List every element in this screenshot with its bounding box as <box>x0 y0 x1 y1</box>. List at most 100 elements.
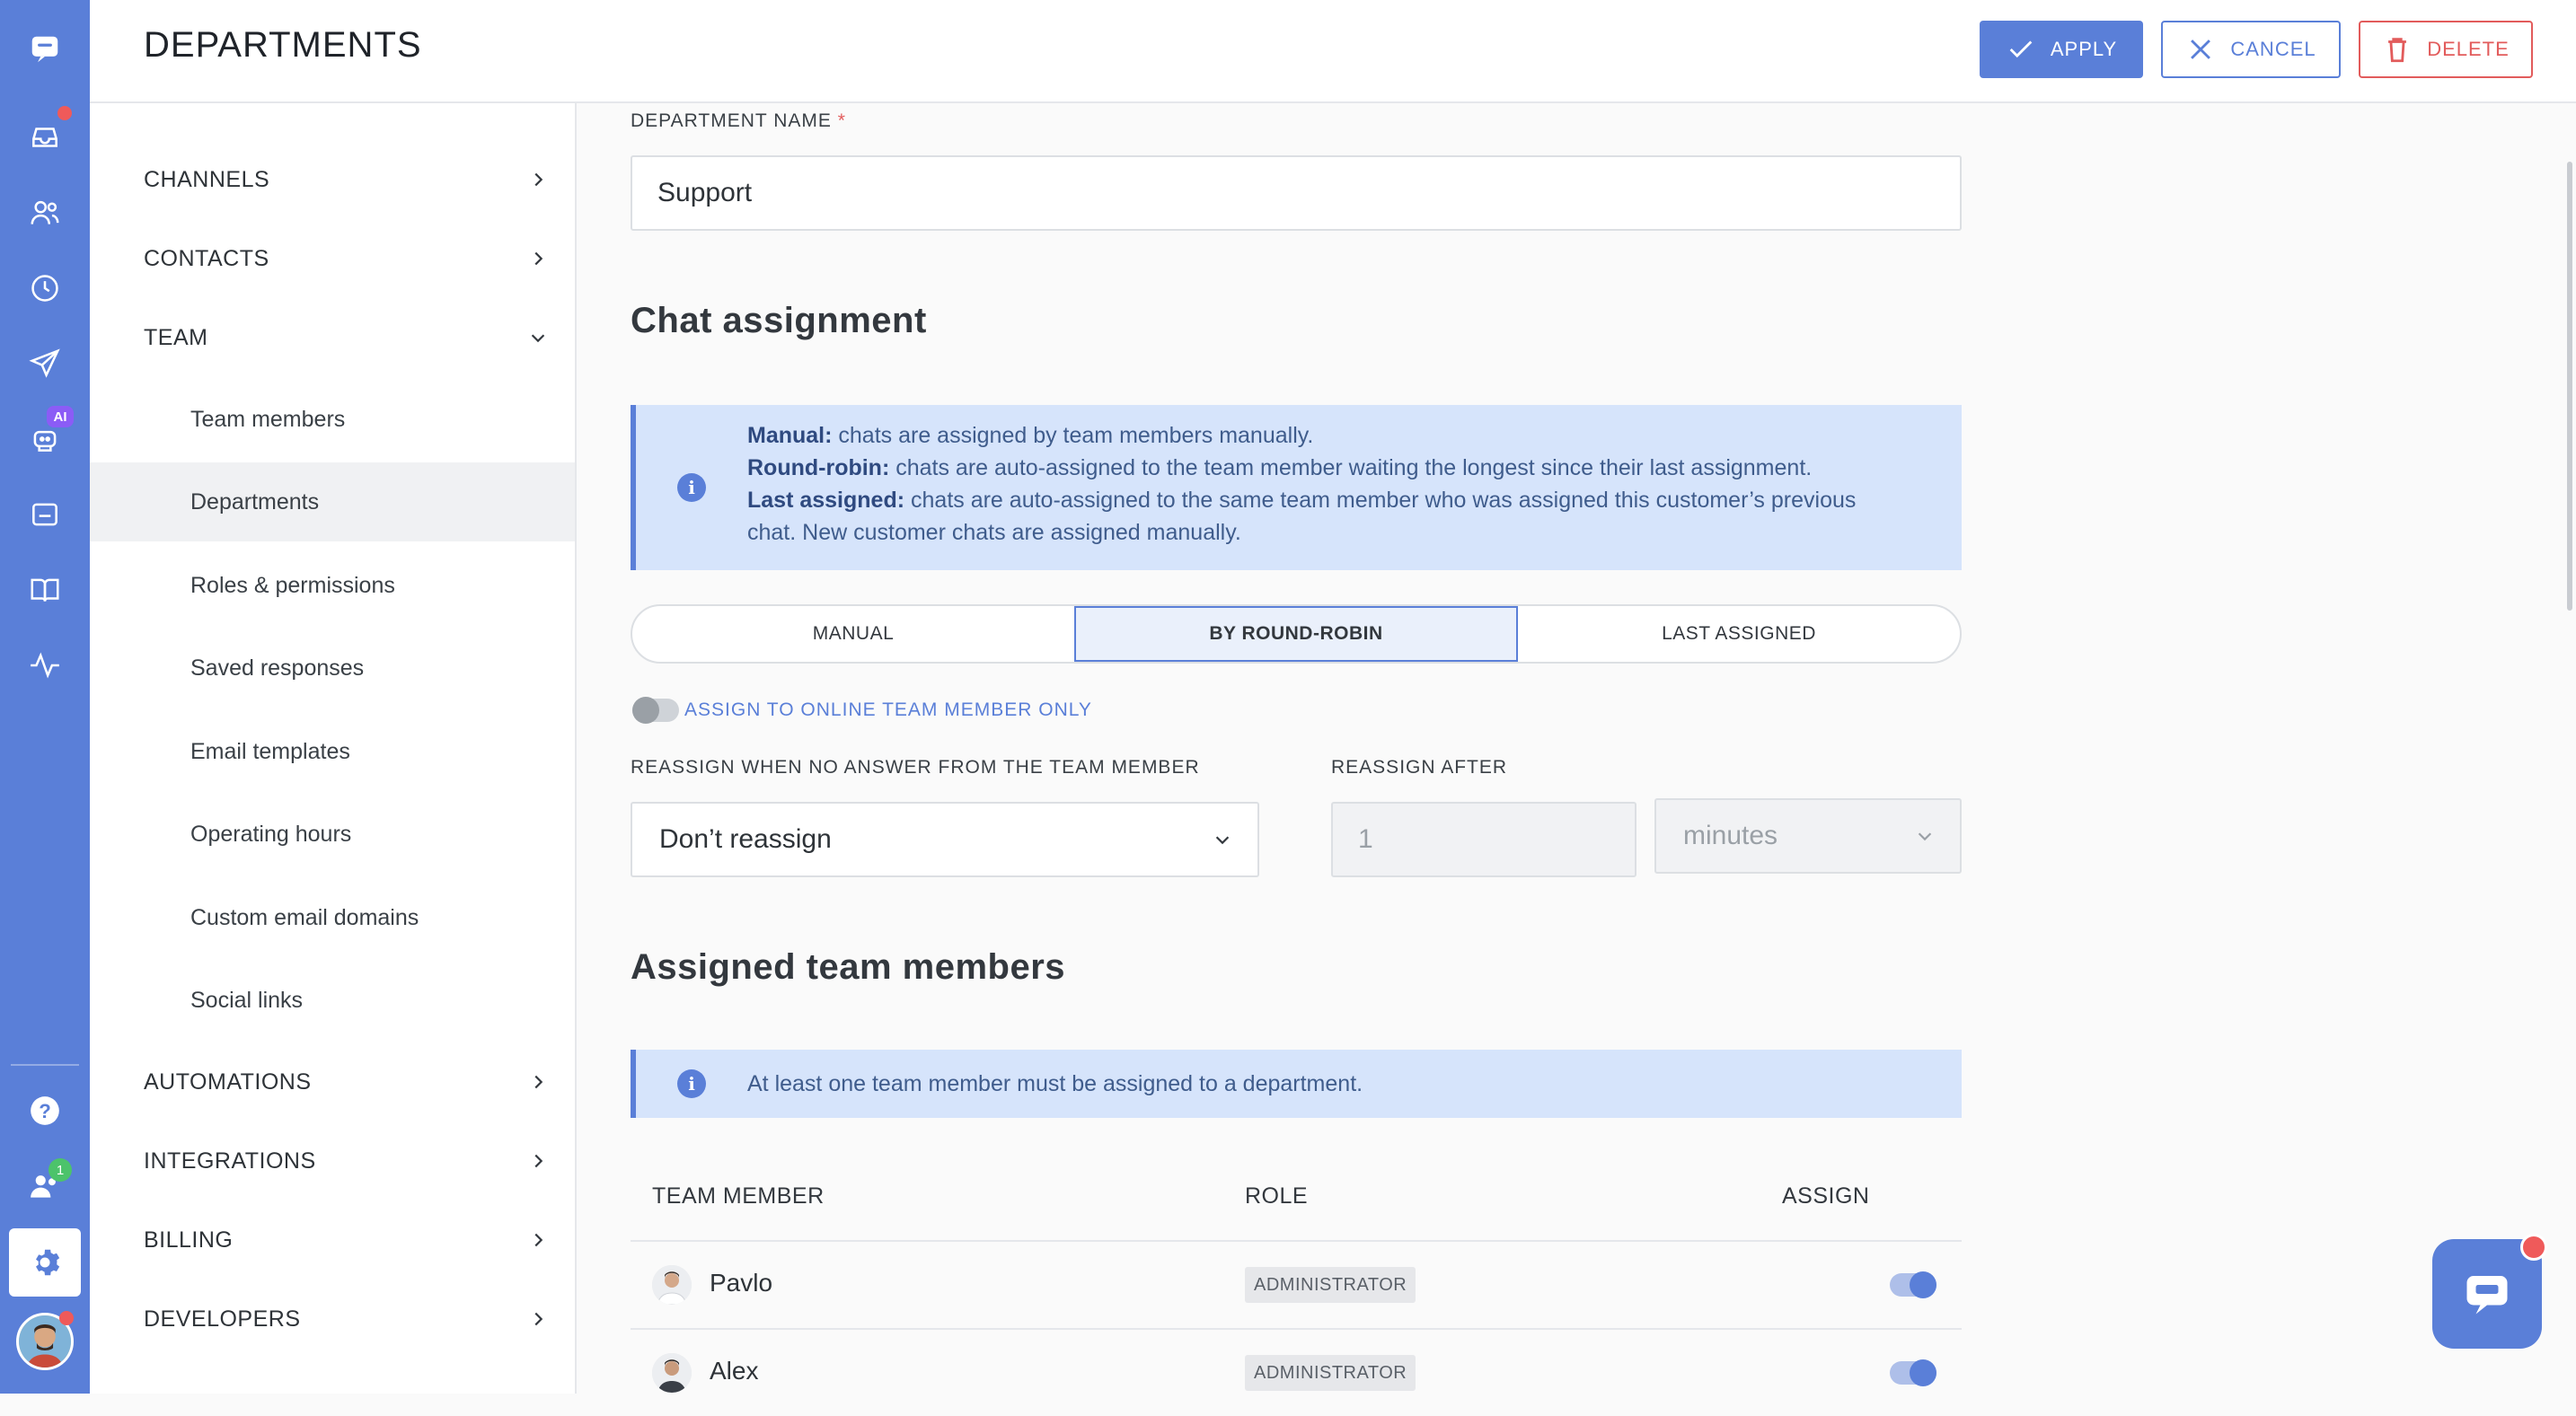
mode-manual[interactable]: MANUAL <box>632 606 1074 662</box>
reassign-value: Don’t reassign <box>659 824 832 854</box>
analytics-icon[interactable] <box>22 643 67 688</box>
sidebar-item-departments[interactable]: Departments <box>90 462 575 541</box>
chevron-down-icon <box>531 334 545 343</box>
chevron-right-icon <box>534 1075 543 1089</box>
chevron-down-icon <box>1215 836 1230 845</box>
manual-text: chats are assigned by team members manua… <box>832 423 1314 448</box>
sidebar-section-automations[interactable]: AUTOMATIONS <box>144 1055 548 1109</box>
online-only-label[interactable]: ASSIGN TO ONLINE TEAM MEMBER ONLY <box>684 699 1092 721</box>
cancel-button[interactable]: CANCEL <box>2161 21 2341 78</box>
item-label: Operating hours <box>190 821 352 847</box>
page-scrollbar[interactable] <box>2567 162 2572 611</box>
toggle-knob <box>1910 1359 1936 1386</box>
sidebar-item-roles-permissions[interactable]: Roles & permissions <box>90 546 575 625</box>
cancel-label: CANCEL <box>2230 38 2316 60</box>
chat-bubble-icon <box>2466 1276 2508 1315</box>
sidebar-item-saved-responses[interactable]: Saved responses <box>90 629 575 708</box>
settings-sidebar: CHANNELS CONTACTS TEAM Team members Depa… <box>90 103 577 1394</box>
top-bar: DEPARTMENTS APPLY CANCEL DELETE <box>90 0 2576 103</box>
chevron-right-icon <box>534 172 543 187</box>
team-count-badge: 1 <box>49 1158 72 1182</box>
reassign-after-input[interactable]: 1 <box>1331 802 1636 877</box>
column-team-member: TEAM MEMBER <box>652 1183 825 1209</box>
reassign-unit-select[interactable]: minutes <box>1654 798 1962 874</box>
section-label: DEVELOPERS <box>144 1306 301 1332</box>
role-badge: ADMINISTRATOR <box>1245 1267 1416 1303</box>
info-line-round-robin: Round-robin: chats are auto-assigned to … <box>747 452 1856 484</box>
chevron-right-icon <box>534 1312 543 1326</box>
sidebar-section-contacts[interactable]: CONTACTS <box>144 232 548 286</box>
contacts-icon[interactable] <box>22 190 67 235</box>
close-icon <box>2191 40 2211 59</box>
toggle-knob <box>632 697 659 724</box>
member-name: Pavlo <box>710 1269 773 1297</box>
chevron-down-icon <box>1918 832 1932 841</box>
section-label: CONTACTS <box>144 245 269 271</box>
round-robin-text: chats are auto-assigned to the team memb… <box>889 455 1813 480</box>
info-icon: i <box>677 1069 706 1098</box>
assigned-members-title: Assigned team members <box>631 947 1066 987</box>
ai-badge: AI <box>47 406 74 427</box>
item-label: Email templates <box>190 738 350 764</box>
sidebar-item-operating-hours[interactable]: Operating hours <box>90 795 575 874</box>
sidebar-section-billing[interactable]: BILLING <box>144 1213 548 1267</box>
toggle-knob <box>1910 1271 1936 1298</box>
sidebar-section-integrations[interactable]: INTEGRATIONS <box>144 1134 548 1188</box>
knowledge-base-icon[interactable] <box>22 567 67 612</box>
section-label: CHANNELS <box>144 166 270 192</box>
delete-button[interactable]: DELETE <box>2359 21 2533 78</box>
chat-notification-dot <box>2520 1234 2547 1261</box>
assign-toggle[interactable] <box>1890 1271 1936 1298</box>
department-form: DEPARTMENT NAME * Support Chat assignmen… <box>577 103 2576 1394</box>
item-label: Roles & permissions <box>190 572 395 598</box>
department-name-label: DEPARTMENT NAME * <box>631 110 846 132</box>
table-row: Pavlo ADMINISTRATOR <box>631 1242 1962 1328</box>
mode-round-robin[interactable]: BY ROUND-ROBIN <box>1074 606 1518 662</box>
column-assign: ASSIGN <box>1782 1183 1870 1209</box>
info-line-last-assigned-2: chat. New customer chats are assigned ma… <box>747 520 1241 545</box>
sidebar-item-social-links[interactable]: Social links <box>90 961 575 1040</box>
info-line-last-assigned: Last assigned: chats are auto-assigned t… <box>747 484 1856 516</box>
member-avatar <box>652 1265 692 1305</box>
chat-logo-icon[interactable] <box>22 27 67 72</box>
widget-icon[interactable] <box>22 492 67 537</box>
assign-toggle[interactable] <box>1890 1359 1936 1386</box>
item-label: Social links <box>190 987 304 1013</box>
apply-button[interactable]: APPLY <box>1980 21 2143 78</box>
department-name-label-text: DEPARTMENT NAME <box>631 110 832 131</box>
department-name-input[interactable]: Support <box>631 155 1962 231</box>
reassign-label: REASSIGN WHEN NO ANSWER FROM THE TEAM ME… <box>631 757 1200 778</box>
member-name: Alex <box>710 1357 759 1385</box>
history-icon[interactable] <box>22 266 67 311</box>
sidebar-item-custom-email-domains[interactable]: Custom email domains <box>90 878 575 957</box>
round-robin-term: Round-robin: <box>747 455 890 480</box>
item-label: Departments <box>190 488 320 515</box>
inbox-notification-dot <box>57 106 72 120</box>
last-assigned-term: Last assigned: <box>747 488 905 513</box>
last-assigned-text: chats are auto-assigned to the same team… <box>904 488 1857 513</box>
sidebar-section-channels[interactable]: CHANNELS <box>144 153 548 207</box>
settings-icon[interactable] <box>22 1240 67 1285</box>
table-row: Alex ADMINISTRATOR <box>631 1330 1962 1416</box>
role-badge: ADMINISTRATOR <box>1245 1355 1416 1391</box>
online-only-toggle[interactable] <box>632 697 679 724</box>
check-icon <box>2009 40 2033 58</box>
chat-assignment-title: Chat assignment <box>631 301 927 340</box>
inbox-icon[interactable] <box>22 115 67 160</box>
user-status-dot <box>59 1311 74 1325</box>
sidebar-section-team[interactable]: TEAM <box>144 311 548 365</box>
help-icon[interactable]: ? <box>22 1088 67 1133</box>
mode-last-assigned[interactable]: LAST ASSIGNED <box>1518 606 1960 662</box>
section-label: INTEGRATIONS <box>144 1148 316 1174</box>
app-rail: AI ? 1 <box>0 0 90 1394</box>
svg-text:?: ? <box>39 1100 51 1122</box>
reassign-select[interactable]: Don’t reassign <box>631 802 1259 877</box>
send-icon[interactable] <box>22 341 67 386</box>
page-title: DEPARTMENTS <box>144 25 422 65</box>
sidebar-item-team-members[interactable]: Team members <box>90 380 575 459</box>
rail-divider <box>11 1064 79 1066</box>
reassign-after-label: REASSIGN AFTER <box>1331 757 1508 778</box>
sidebar-section-developers[interactable]: DEVELOPERS <box>144 1292 548 1346</box>
manual-term: Manual: <box>747 423 833 448</box>
sidebar-item-email-templates[interactable]: Email templates <box>90 712 575 791</box>
